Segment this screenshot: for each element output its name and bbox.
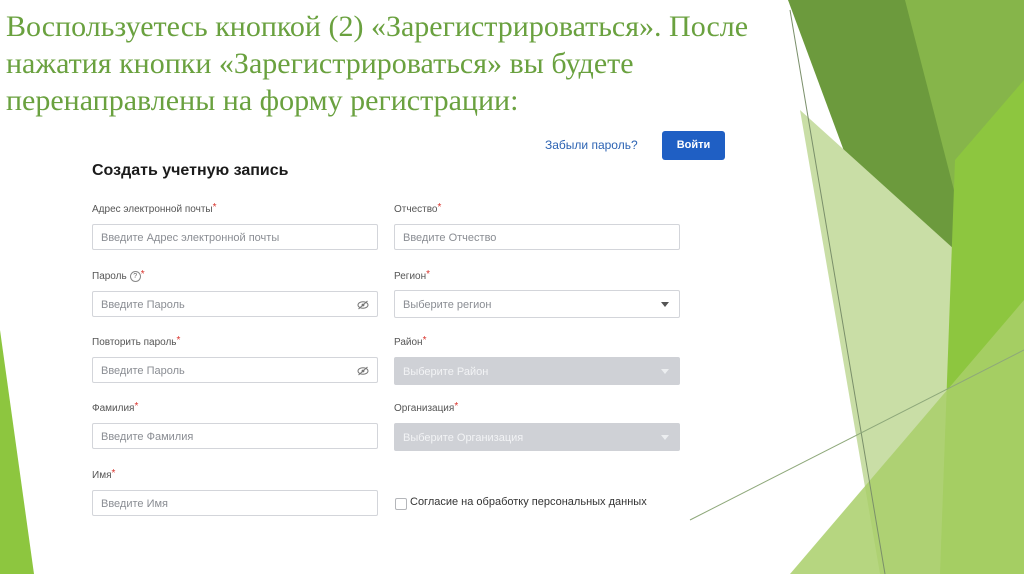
middle-name-label: Отчество* [394, 202, 442, 217]
required-mark: * [111, 468, 116, 479]
password-field[interactable]: Введите Пароль [92, 291, 378, 317]
login-button[interactable]: Войти [662, 131, 725, 160]
last-name-label: Фамилия* [92, 401, 139, 416]
middle-name-field[interactable]: Введите Отчество [394, 224, 680, 250]
first-name-label-text: Имя [92, 470, 112, 481]
region-label: Регион* [394, 269, 431, 284]
first-name-field[interactable]: Введите Имя [92, 490, 378, 516]
required-mark: * [140, 269, 145, 280]
consent-checkbox[interactable] [395, 498, 407, 510]
required-mark: * [454, 401, 459, 412]
password-repeat-label: Повторить пароль* [92, 335, 181, 350]
password-repeat-label-text: Повторить пароль [92, 337, 177, 348]
region-label-text: Регион [394, 271, 427, 282]
last-name-placeholder: Введите Фамилия [101, 431, 194, 443]
last-name-field[interactable]: Введите Фамилия [92, 423, 378, 449]
organization-placeholder: Выберите Организация [403, 432, 524, 444]
form-title: Создать учетную запись [92, 162, 289, 179]
chevron-down-icon [661, 369, 669, 374]
required-mark: * [422, 335, 427, 346]
email-field[interactable]: Введите Адрес электронной почты [92, 224, 378, 250]
password-repeat-placeholder: Введите Пароль [101, 365, 185, 377]
district-placeholder: Выберите Район [403, 366, 489, 378]
registration-form: Забыли пароль? Войти Создать учетную зап… [0, 0, 1024, 574]
organization-label: Организация* [394, 401, 459, 416]
required-mark: * [212, 202, 217, 213]
consent-label[interactable]: Согласие на обработку персональных данны… [410, 496, 647, 508]
password-repeat-field[interactable]: Введите Пароль [92, 357, 378, 383]
middle-name-placeholder: Введите Отчество [403, 232, 497, 244]
last-name-label-text: Фамилия [92, 403, 135, 414]
required-mark: * [426, 269, 431, 280]
required-mark: * [437, 202, 442, 213]
first-name-placeholder: Введите Имя [101, 498, 169, 510]
email-placeholder: Введите Адрес электронной почты [101, 232, 280, 244]
district-select: Выберите Район [394, 357, 680, 385]
password-label: Пароль? * [92, 269, 145, 284]
required-mark: * [134, 401, 139, 412]
eye-off-icon[interactable] [357, 300, 369, 310]
first-name-label: Имя* [92, 468, 116, 483]
district-label: Район* [394, 335, 427, 350]
organization-label-text: Организация [394, 403, 455, 414]
organization-select: Выберите Организация [394, 423, 680, 451]
middle-name-label-text: Отчество [394, 204, 438, 215]
required-mark: * [176, 335, 181, 346]
region-placeholder: Выберите регион [403, 299, 492, 311]
password-label-text: Пароль [92, 271, 127, 282]
password-placeholder: Введите Пароль [101, 299, 185, 311]
email-label: Адрес электронной почты* [92, 202, 217, 217]
eye-off-icon[interactable] [357, 366, 369, 376]
email-label-text: Адрес электронной почты [92, 204, 213, 215]
forgot-password-link[interactable]: Забыли пароль? [545, 138, 638, 152]
help-icon[interactable]: ? [129, 271, 141, 282]
chevron-down-icon [661, 302, 669, 307]
district-label-text: Район [394, 337, 423, 348]
region-select[interactable]: Выберите регион [394, 290, 680, 318]
chevron-down-icon [661, 435, 669, 440]
